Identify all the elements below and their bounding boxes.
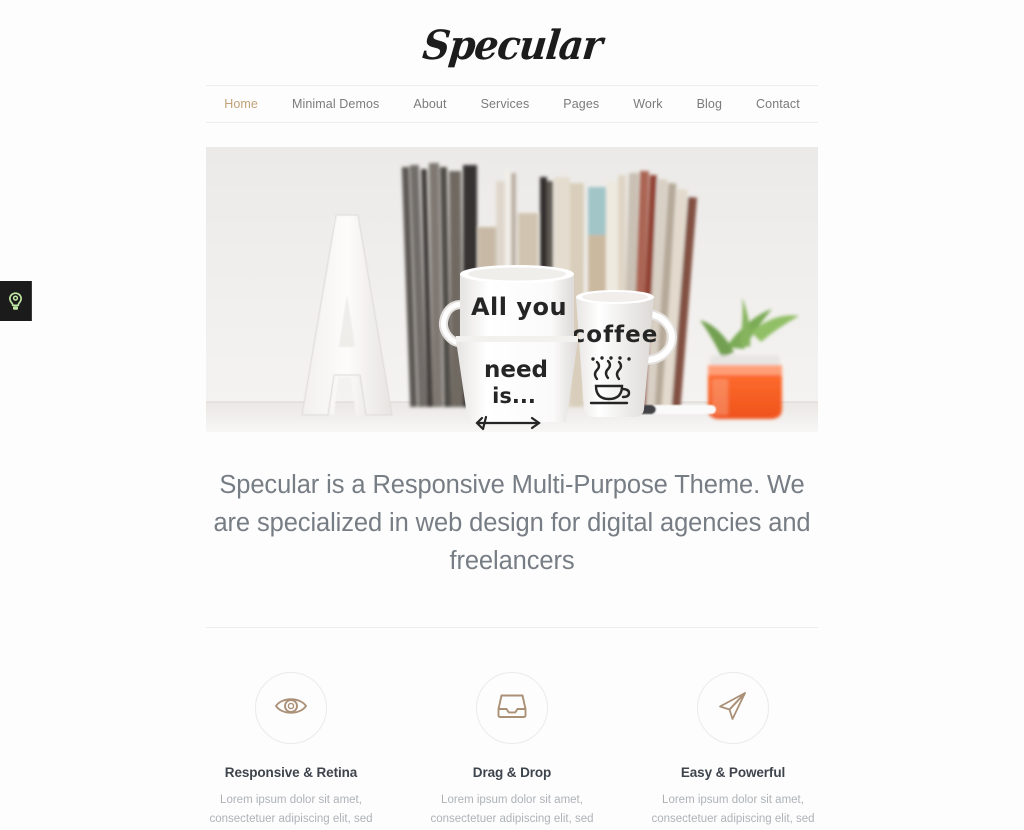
nav-item-services[interactable]: Services xyxy=(464,97,547,111)
feature-card-responsive-retina: Responsive & Retina Lorem ipsum dolor si… xyxy=(192,672,390,830)
feature-icon-circle[interactable] xyxy=(476,672,548,744)
hero-illustration: coffee All you need is... xyxy=(206,147,818,432)
feature-body: Lorem ipsum dolor sit amet, consectetuer… xyxy=(651,794,815,825)
hero-image: coffee All you need is... xyxy=(206,147,818,432)
lightbulb-icon xyxy=(8,291,23,311)
nav-item-pages[interactable]: Pages xyxy=(546,97,616,111)
page-root: Specular Home Minimal Demos About Servic… xyxy=(0,0,1024,830)
nav-item-home[interactable]: Home xyxy=(207,97,275,111)
features-section: Responsive & Retina Lorem ipsum dolor si… xyxy=(192,672,832,830)
nav-list: Home Minimal Demos About Services Pages … xyxy=(207,97,817,111)
nav-item-contact[interactable]: Contact xyxy=(739,97,817,111)
feature-icon-circle[interactable] xyxy=(255,672,327,744)
feature-body: Lorem ipsum dolor sit amet, consectetuer… xyxy=(430,794,594,825)
feature-card-drag-drop: Drag & Drop Lorem ipsum dolor sit amet, … xyxy=(413,672,611,830)
feature-icon-circle[interactable] xyxy=(697,672,769,744)
feature-card-easy-powerful: Easy & Powerful Lorem ipsum dolor sit am… xyxy=(634,672,832,830)
feature-title: Responsive & Retina xyxy=(224,765,358,780)
paper-plane-icon xyxy=(717,691,749,726)
nav-item-blog[interactable]: Blog xyxy=(680,97,739,111)
nav-item-about[interactable]: About xyxy=(396,97,463,111)
sidebar-toggle-tab[interactable] xyxy=(0,281,32,321)
site-header: Specular xyxy=(0,0,1024,85)
eye-icon xyxy=(274,694,308,723)
feature-title: Easy & Powerful xyxy=(680,765,786,780)
inbox-icon xyxy=(497,692,527,725)
feature-title: Drag & Drop xyxy=(472,765,552,780)
nav-item-minimal-demos[interactable]: Minimal Demos xyxy=(275,97,396,111)
page-title: Specular is a Responsive Multi-Purpose T… xyxy=(213,471,811,575)
section-divider xyxy=(206,627,818,628)
nav-item-work[interactable]: Work xyxy=(616,97,679,111)
feature-body: Lorem ipsum dolor sit amet, consectetuer… xyxy=(209,794,373,825)
main-navigation: Home Minimal Demos About Services Pages … xyxy=(206,85,818,123)
site-logo[interactable]: Specular xyxy=(420,21,603,69)
